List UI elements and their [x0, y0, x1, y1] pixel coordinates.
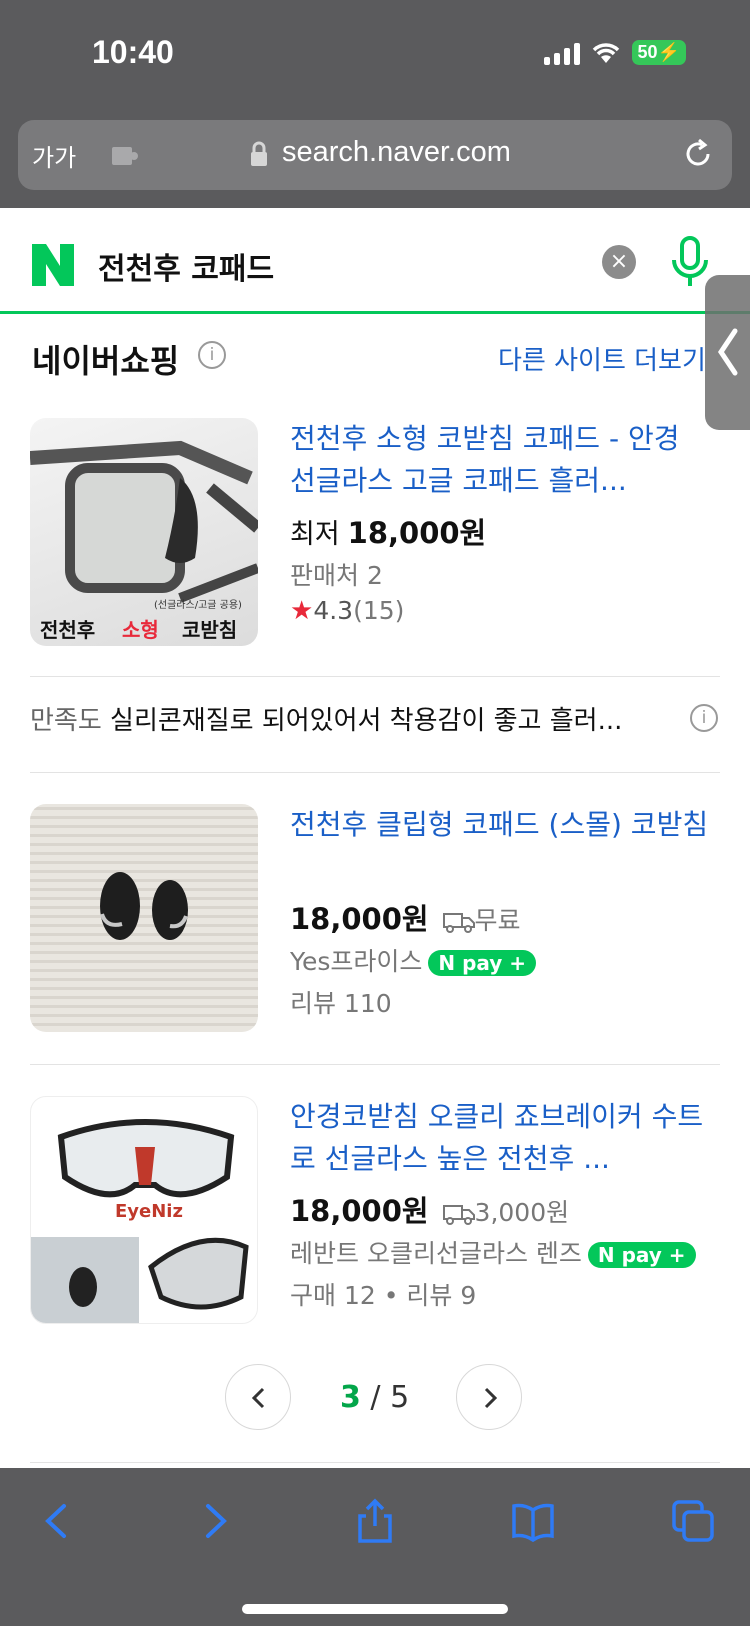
- search-query-input[interactable]: 전천후 코패드: [98, 244, 274, 288]
- product-title[interactable]: 안경코받침 오클리 죠브레이커 수트로 선글라스 높은 전천후 ...: [290, 1096, 710, 1180]
- back-arrow-icon[interactable]: [34, 1498, 80, 1544]
- nose-pad-image: [100, 872, 188, 940]
- section-title: 네이버쇼핑: [32, 342, 180, 380]
- product-title[interactable]: 전천후 클립형 코패드 (스몰) 코받침: [290, 804, 710, 846]
- truck-icon: [442, 913, 475, 933]
- thumb-label-3: 코받침: [182, 618, 238, 642]
- review-count: 리뷰 110: [290, 989, 392, 1018]
- extension-puzzle-icon[interactable]: [110, 143, 140, 167]
- product-price: 18,000원 무료: [290, 902, 521, 936]
- satisfaction-row[interactable]: 만족도 실리콘재질로 되어있어서 착용감이 좋고 흘러... i: [30, 700, 720, 737]
- divider: [30, 772, 720, 773]
- brand-logo: EyeNiz: [115, 1201, 183, 1222]
- microphone-icon[interactable]: [670, 236, 710, 288]
- npay-badge: N pay +: [587, 1242, 696, 1268]
- prev-page-button[interactable]: [225, 1364, 291, 1430]
- seller-name: 레반트 오클리선글라스 렌즈 N pay +: [290, 1234, 696, 1270]
- rating: ★4.3(15): [290, 596, 405, 626]
- forward-arrow-icon[interactable]: [192, 1498, 238, 1544]
- thumb-label-1: 전천후: [40, 618, 96, 642]
- browser-bottom-toolbar: [0, 1468, 750, 1626]
- truck-icon: [442, 1205, 475, 1225]
- info-icon[interactable]: i: [690, 704, 718, 732]
- reader-settings-button[interactable]: 가가: [32, 138, 76, 173]
- product-price: 18,000원 3,000원: [290, 1194, 570, 1228]
- product-thumbnail[interactable]: [30, 804, 258, 1032]
- home-indicator: [242, 1604, 508, 1614]
- chevron-right-icon: [484, 1387, 498, 1409]
- divider: [30, 1064, 720, 1065]
- more-sites-link[interactable]: 다른 사이트 더보기: [498, 340, 713, 377]
- divider: [30, 1462, 720, 1463]
- seller-count: 판매처 2: [290, 561, 383, 590]
- chevron-left-icon: [717, 328, 738, 376]
- address-bar[interactable]: 가가 search.naver.com: [18, 120, 732, 190]
- chevron-left-icon: [251, 1387, 265, 1409]
- npay-badge: N pay +: [428, 950, 537, 976]
- satisfaction-text: 실리콘재질로 되어있어서 착용감이 좋고 흘러...: [110, 706, 623, 736]
- tabs-icon[interactable]: [670, 1498, 716, 1544]
- product-thumbnail[interactable]: EyeNiz: [30, 1096, 258, 1324]
- thumb-label-2: 소형: [122, 618, 159, 642]
- page-indicator: 3 / 5: [340, 1380, 410, 1415]
- reload-icon[interactable]: [680, 136, 716, 172]
- product-price: 최저 18,000원: [290, 516, 487, 550]
- pagination: 3 / 5: [0, 1364, 750, 1432]
- status-icons: 50⚡: [543, 40, 686, 65]
- naver-search-header: 전천후 코패드 ×: [0, 208, 750, 314]
- product-card[interactable]: (선글라스/고글 공용) 전천후 소형 코받침 전천후 소형 코받침 코패드 -…: [30, 418, 720, 648]
- naver-logo-icon[interactable]: [30, 242, 76, 288]
- info-icon[interactable]: i: [198, 341, 226, 369]
- product-card[interactable]: 전천후 클립형 코패드 (스몰) 코받침 18,000원 무료 Yes프라이스 N…: [30, 804, 720, 1034]
- product-thumbnail[interactable]: (선글라스/고글 공용) 전천후 소형 코받침: [30, 418, 258, 646]
- divider: [30, 676, 720, 677]
- share-icon[interactable]: [352, 1498, 398, 1544]
- glasses-image: [30, 440, 258, 603]
- satisfaction-label: 만족도: [30, 706, 102, 736]
- status-time: 10:40: [92, 34, 174, 70]
- battery-indicator: 50⚡: [631, 40, 686, 65]
- star-icon: ★: [290, 596, 314, 626]
- url-text[interactable]: search.naver.com: [282, 136, 511, 169]
- bookmarks-icon[interactable]: [510, 1498, 556, 1544]
- next-page-button[interactable]: [456, 1364, 522, 1430]
- product-card[interactable]: EyeNiz 안경코받침 오클리 죠브레이커 수트로 선글라스 높은 전천후 .…: [30, 1096, 720, 1326]
- browser-top-chrome: 10:40 50⚡ 가가 search.naver.com: [0, 0, 750, 208]
- cellular-signal-icon: [543, 41, 580, 65]
- thumb-caption: (선글라스/고글 공용): [154, 600, 242, 611]
- wifi-icon: [592, 42, 619, 63]
- product-title[interactable]: 전천후 소형 코받침 코패드 - 안경 선글라스 고글 코패드 흘러...: [290, 418, 710, 502]
- purchase-review-count: 구매 12 • 리뷰 9: [290, 1281, 477, 1310]
- lock-icon: [251, 141, 267, 166]
- clear-search-button[interactable]: ×: [602, 245, 636, 279]
- seller-name: Yes프라이스 N pay +: [290, 942, 537, 978]
